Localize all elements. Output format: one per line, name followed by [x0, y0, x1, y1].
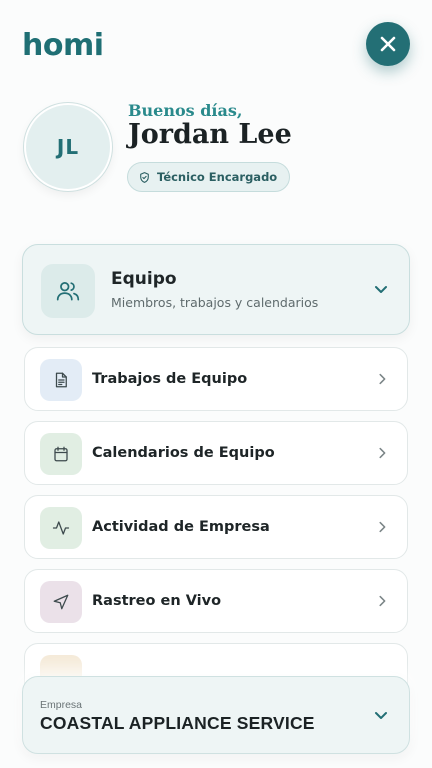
company-label: Empresa [40, 699, 83, 711]
menu-icon-box [40, 581, 82, 623]
menu-item-trabajos[interactable]: Trabajos de Equipo [24, 347, 408, 411]
menu-icon-box [40, 433, 82, 475]
user-name: Jordan Lee [128, 119, 292, 150]
document-icon [55, 372, 67, 388]
chevron-right-icon [379, 521, 386, 533]
chevron-right-icon [379, 373, 386, 385]
chevron-down-icon [375, 712, 387, 719]
users-icon [56, 282, 80, 301]
menu-label: Trabajos de Equipo [92, 371, 248, 387]
chevron-down-icon [375, 286, 387, 293]
menu-icon-box [40, 507, 82, 549]
menu-item-actividad[interactable]: Actividad de Empresa [24, 495, 408, 559]
team-section-toggle[interactable]: Equipo Miembros, trabajos y calendarios [22, 244, 410, 335]
menu-label: Calendarios de Equipo [92, 445, 275, 461]
avatar: JL [24, 103, 112, 191]
navigation-icon [53, 594, 69, 610]
menu-label: Rastreo en Vivo [92, 593, 222, 609]
company-name: COASTAL APPLIANCE SERVICE [40, 713, 315, 733]
team-title: Equipo [111, 269, 177, 289]
menu-item-calendarios[interactable]: Calendarios de Equipo [24, 421, 408, 485]
role-label: Técnico Encargado [157, 170, 278, 184]
menu-item-rastreo[interactable]: Rastreo en Vivo [24, 569, 408, 633]
company-selector[interactable]: Empresa COASTAL APPLIANCE SERVICE [22, 676, 410, 754]
close-button[interactable] [366, 22, 410, 66]
team-icon-box [41, 264, 95, 318]
role-badge: Técnico Encargado [127, 162, 291, 192]
menu-icon-box [40, 359, 82, 401]
shield-icon [140, 171, 149, 183]
team-subtitle: Miembros, trabajos y calendarios [111, 295, 319, 310]
menu-label: Actividad de Empresa [92, 519, 270, 535]
calendar-icon [54, 446, 68, 462]
close-icon [380, 36, 396, 52]
chevron-right-icon [379, 447, 386, 459]
chevron-right-icon [379, 595, 386, 607]
activity-icon [52, 521, 70, 535]
homi-logo: homi [22, 28, 104, 63]
greeting-text: Buenos días, [128, 101, 243, 120]
